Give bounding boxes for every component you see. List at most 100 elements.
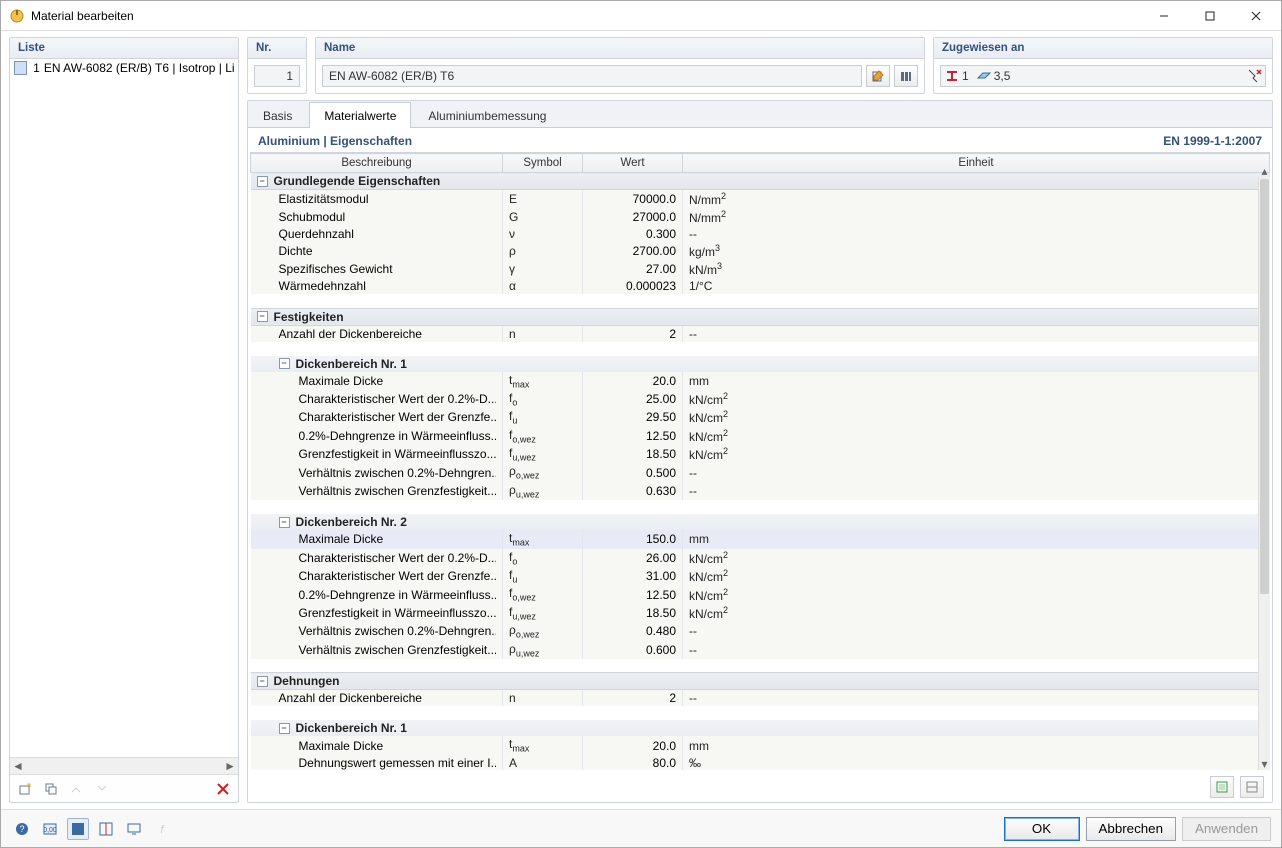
footer-mode-2-button[interactable] [95,818,117,840]
tab-basis[interactable]: Basis [248,102,307,128]
property-row[interactable]: Charakteristischer Wert der 0.2%-D...fo2… [251,390,1270,408]
property-value[interactable]: 0.000023 [583,278,683,294]
collapse-icon[interactable]: − [279,517,290,528]
property-row[interactable]: Maximale Dicketmax20.0mm [251,372,1270,390]
property-value[interactable]: 18.50 [583,604,683,622]
grid-vscrollbar[interactable]: ▴ ▾ [1258,177,1270,770]
property-grid[interactable]: Beschreibung Symbol Wert Einheit −Grundl… [250,153,1270,770]
property-value[interactable]: 27.00 [583,260,683,278]
property-row[interactable]: Maximale Dicketmax20.0mm [251,736,1270,754]
collapse-icon[interactable]: − [279,723,290,734]
nr-field[interactable]: 1 [254,65,300,87]
property-value[interactable]: 20.0 [583,372,683,390]
list-hscrollbar[interactable]: ◄ ► [10,757,238,774]
property-value[interactable]: 70000.0 [583,190,683,209]
edit-name-button[interactable] [866,65,890,87]
property-row[interactable]: Maximale Dicketmax150.0mm [251,530,1270,548]
property-row[interactable]: Anzahl der Dickenbereichen2-- [251,325,1270,342]
property-value[interactable]: 80.0 [583,755,683,770]
property-value[interactable]: 12.50 [583,427,683,445]
property-value[interactable]: 12.50 [583,585,683,603]
property-value[interactable]: 2 [583,690,683,707]
collapse-icon[interactable]: − [257,176,268,187]
apply-button[interactable]: Anwenden [1182,817,1271,841]
property-row[interactable]: SchubmodulG27000.0N/mm2 [251,208,1270,226]
footer-mode-1-button[interactable] [67,818,89,840]
collapse-icon[interactable]: − [257,676,268,687]
pick-assign-button[interactable] [1244,65,1266,87]
property-row[interactable]: 0.2%-Dehngrenze in Wärmeeinfluss...fo,we… [251,585,1270,603]
property-value[interactable]: 2700.00 [583,242,683,260]
property-value[interactable]: 0.480 [583,622,683,640]
collapse-icon[interactable]: − [279,358,290,369]
grid-tool-2[interactable] [1240,776,1264,798]
property-row[interactable]: Charakteristischer Wert der 0.2%-D...fo2… [251,549,1270,567]
window: Material bearbeiten Liste 1 EN AW-6082 (… [0,0,1282,848]
property-value[interactable]: 31.00 [583,567,683,585]
minimize-button[interactable] [1141,1,1187,31]
property-value[interactable]: 0.300 [583,226,683,242]
scroll-right-icon[interactable]: ► [224,759,236,773]
duplicate-item-button[interactable] [40,778,62,800]
collapse-icon[interactable]: − [257,311,268,322]
scroll-up-icon[interactable]: ▴ [1259,165,1270,177]
property-value[interactable]: 29.50 [583,408,683,426]
col-sym[interactable]: Symbol [503,154,583,173]
maximize-button[interactable] [1187,1,1233,31]
property-value[interactable]: 2 [583,325,683,342]
property-row[interactable]: Grenzfestigkeit in Wärmeeinflusszo...fu,… [251,445,1270,463]
list-body: 1 EN AW-6082 (ER/B) T6 | Isotrop | Linea [10,59,238,757]
property-value[interactable]: 18.50 [583,445,683,463]
property-row[interactable]: Grenzfestigkeit in Wärmeeinflusszo...fu,… [251,604,1270,622]
scroll-left-icon[interactable]: ◄ [12,759,24,773]
property-unit: ‰ [683,755,1270,770]
assign-chip-ibeam: 1 [945,69,969,83]
tab-aluminiumbemessung[interactable]: Aluminiumbemessung [413,102,561,128]
property-value[interactable]: 150.0 [583,530,683,548]
property-value[interactable]: 26.00 [583,549,683,567]
library-button[interactable] [894,65,918,87]
col-unit[interactable]: Einheit [683,154,1270,173]
property-row[interactable]: Spezifisches Gewichtγ27.00kN/m3 [251,260,1270,278]
tab-materialwerte[interactable]: Materialwerte [309,102,411,128]
name-field[interactable]: EN AW-6082 (ER/B) T6 [322,65,862,87]
grid-tool-1[interactable] [1210,776,1234,798]
property-row[interactable]: 0.2%-Dehngrenze in Wärmeeinfluss...fo,we… [251,427,1270,445]
property-row[interactable]: Dehnungswert gemessen mit einer I...A80.… [251,755,1270,770]
property-row[interactable]: Charakteristischer Wert der Grenzfe...fu… [251,567,1270,585]
property-row[interactable]: ElastizitätsmodulE70000.0N/mm2 [251,190,1270,209]
list-item[interactable]: 1 EN AW-6082 (ER/B) T6 | Isotrop | Linea [10,59,238,77]
ok-button[interactable]: OK [1004,817,1080,841]
property-unit: kN/m3 [683,260,1270,278]
property-row[interactable]: Verhältnis zwischen Grenzfestigkeit...ρu… [251,641,1270,659]
property-symbol: ρu,wez [503,482,583,500]
assign-field[interactable]: 1 3,5 [940,65,1266,87]
property-value[interactable]: 0.630 [583,482,683,500]
property-value[interactable]: 25.00 [583,390,683,408]
property-row[interactable]: Verhältnis zwischen 0.2%-Dehngren...ρo,w… [251,622,1270,640]
property-value[interactable]: 20.0 [583,736,683,754]
titlebar: Material bearbeiten [1,1,1281,31]
footer-help-button[interactable]: ? [11,818,33,840]
new-item-button[interactable] [14,778,36,800]
property-value[interactable]: 0.500 [583,463,683,481]
col-val[interactable]: Wert [583,154,683,173]
property-value[interactable]: 27000.0 [583,208,683,226]
scroll-down-icon[interactable]: ▾ [1259,758,1270,770]
close-button[interactable] [1233,1,1279,31]
property-row[interactable]: Anzahl der Dickenbereichen2-- [251,690,1270,707]
property-unit: -- [683,622,1270,640]
property-row[interactable]: Wärmedehnzahlα0.0000231/°C [251,278,1270,294]
footer-display-button[interactable] [123,818,145,840]
footer-units-button[interactable]: 0,00 [39,818,61,840]
property-row[interactable]: Dichteρ2700.00kg/m3 [251,242,1270,260]
scroll-thumb[interactable] [1260,179,1269,594]
property-row[interactable]: Querdehnzahlν0.300-- [251,226,1270,242]
cancel-button[interactable]: Abbrechen [1086,817,1176,841]
property-value[interactable]: 0.600 [583,641,683,659]
delete-item-button[interactable] [212,778,234,800]
property-row[interactable]: Charakteristischer Wert der Grenzfe...fu… [251,408,1270,426]
col-desc[interactable]: Beschreibung [251,154,503,173]
property-row[interactable]: Verhältnis zwischen 0.2%-Dehngren...ρo,w… [251,463,1270,481]
property-row[interactable]: Verhältnis zwischen Grenzfestigkeit...ρu… [251,482,1270,500]
